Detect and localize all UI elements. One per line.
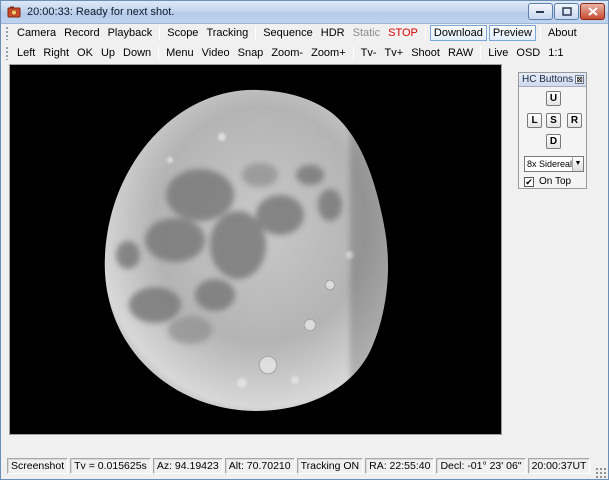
window-title: 20:00:33: Ready for next shot. xyxy=(27,6,175,18)
rate-select-value: 8x Sidereal xyxy=(527,159,573,169)
menu-separator xyxy=(480,46,482,60)
status-altitude: Alt: 70.70210 xyxy=(224,458,295,474)
btn-snap[interactable]: Snap xyxy=(234,45,268,61)
btn-raw[interactable]: RAW xyxy=(444,45,477,61)
maximize-button[interactable] xyxy=(554,3,579,20)
hc-left-button[interactable]: L xyxy=(527,113,542,128)
close-icon xyxy=(587,7,598,16)
btn-osd[interactable]: OSD xyxy=(512,45,544,61)
btn-video[interactable]: Video xyxy=(198,45,234,61)
status-screenshot[interactable]: Screenshot xyxy=(7,458,69,474)
menu-separator xyxy=(539,26,541,40)
status-time: 20:00:37UT xyxy=(527,458,591,474)
moon-image xyxy=(10,65,501,434)
menu-stop[interactable]: STOP xyxy=(384,25,422,41)
btn-one-to-one[interactable]: 1:1 xyxy=(544,45,567,61)
btn-ok[interactable]: OK xyxy=(73,45,97,61)
menu-tracking[interactable]: Tracking xyxy=(202,25,252,41)
btn-shoot[interactable]: Shoot xyxy=(407,45,444,61)
btn-zoom-out[interactable]: Zoom- xyxy=(267,45,307,61)
download-button[interactable]: Download xyxy=(429,25,487,41)
btn-live[interactable]: Live xyxy=(484,45,512,61)
hc-panel-close-icon[interactable]: ⊠ xyxy=(575,75,584,84)
hc-buttons-panel: HC Buttons ⊠ U L S R D 8x Sidereal ▼ ✔ O… xyxy=(518,72,587,189)
rate-select[interactable]: 8x Sidereal ▼ xyxy=(524,156,584,172)
status-ra: RA: 22:55:40 xyxy=(365,458,435,474)
app-icon xyxy=(7,6,21,18)
hc-right-button[interactable]: R xyxy=(567,113,582,128)
on-top-label: On Top xyxy=(539,176,572,187)
btn-zoom-in[interactable]: Zoom+ xyxy=(307,45,350,61)
menu-sequence[interactable]: Sequence xyxy=(259,25,317,41)
hc-panel-title: HC Buttons xyxy=(522,74,574,85)
hc-panel-titlebar[interactable]: HC Buttons ⊠ xyxy=(519,73,586,87)
hc-up-button[interactable]: U xyxy=(546,91,561,106)
status-bar: Screenshot Tv = 0.015625s Az: 94.19423 A… xyxy=(7,458,592,474)
chevron-down-icon[interactable]: ▼ xyxy=(572,157,583,171)
menu-about[interactable]: About xyxy=(544,25,581,41)
hc-down-button[interactable]: D xyxy=(546,134,561,149)
menu-camera[interactable]: Camera xyxy=(13,25,60,41)
btn-up[interactable]: Up xyxy=(97,45,119,61)
menu-scope[interactable]: Scope xyxy=(163,25,202,41)
app-window: 20:00:33: Ready for next shot. Camera Re… xyxy=(0,0,609,480)
btn-menu[interactable]: Menu xyxy=(162,45,198,61)
preview-button[interactable]: Preview xyxy=(488,25,536,41)
toolbar-grip[interactable] xyxy=(5,46,9,60)
close-button[interactable] xyxy=(580,3,605,20)
main-menubar: Camera Record Playback Scope Tracking Se… xyxy=(5,23,581,43)
menu-separator xyxy=(159,26,161,40)
status-azimuth: Az: 94.19423 xyxy=(152,458,223,474)
hc-stop-button[interactable]: S xyxy=(546,113,561,128)
title-bar[interactable]: 20:00:33: Ready for next shot. xyxy=(1,1,608,24)
minimize-button[interactable] xyxy=(528,3,553,20)
restore-icon xyxy=(561,7,572,16)
btn-left[interactable]: Left xyxy=(13,45,39,61)
menu-playback[interactable]: Playback xyxy=(104,25,157,41)
toolbar-grip[interactable] xyxy=(5,26,9,40)
checkmark-icon[interactable]: ✔ xyxy=(524,176,534,187)
status-tracking: Tracking ON xyxy=(296,458,364,474)
live-view-image[interactable] xyxy=(9,64,502,435)
menu-separator xyxy=(158,46,160,60)
menu-record[interactable]: Record xyxy=(60,25,103,41)
status-tv: Tv = 0.015625s xyxy=(70,458,151,474)
minimize-icon xyxy=(536,10,544,13)
menu-separator xyxy=(424,26,426,40)
on-top-checkbox[interactable]: ✔ On Top xyxy=(524,176,571,187)
btn-down[interactable]: Down xyxy=(119,45,155,61)
status-declination: Decl: -01° 23' 06" xyxy=(436,458,526,474)
btn-tv-minus[interactable]: Tv- xyxy=(357,45,381,61)
btn-tv-plus[interactable]: Tv+ xyxy=(381,45,408,61)
menu-hdr[interactable]: HDR xyxy=(317,25,349,41)
btn-right[interactable]: Right xyxy=(39,45,73,61)
menu-separator xyxy=(352,46,354,60)
resize-grip[interactable] xyxy=(595,467,607,479)
camera-control-bar: Left Right OK Up Down Menu Video Snap Zo… xyxy=(5,43,568,63)
menu-static[interactable]: Static xyxy=(349,25,385,41)
menu-separator xyxy=(255,26,257,40)
